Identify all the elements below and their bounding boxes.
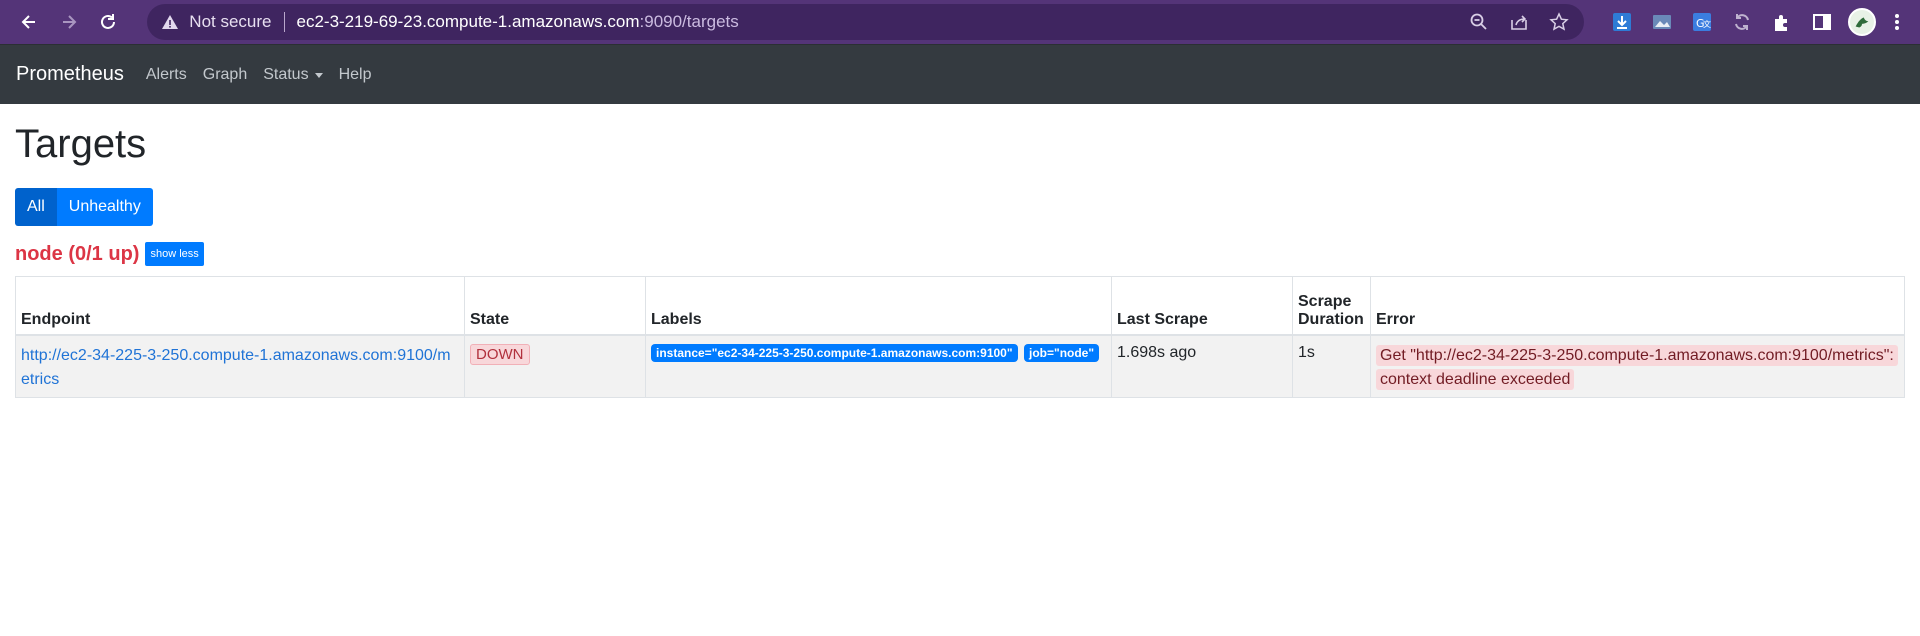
target-filter-group: All Unhealthy <box>15 188 1905 226</box>
job-header: node (0/1 up) show less <box>15 242 1905 266</box>
svg-text:文: 文 <box>1703 19 1711 29</box>
table-row: http://ec2-34-225-3-250.compute-1.amazon… <box>15 334 1905 398</box>
nav-status-label: Status <box>263 65 309 83</box>
back-button[interactable] <box>14 7 44 37</box>
puzzle-icon <box>1775 15 1788 31</box>
kebab-menu-icon <box>1895 14 1900 30</box>
cell-endpoint: http://ec2-34-225-3-250.compute-1.amazon… <box>15 334 465 398</box>
sync-extension-button[interactable] <box>1728 8 1756 36</box>
not-secure-label[interactable]: Not secure <box>189 12 271 32</box>
error-message: Get "http://ec2-34-225-3-250.compute-1.a… <box>1376 344 1898 390</box>
cell-state: DOWN <box>464 334 646 398</box>
show-less-button[interactable]: show less <box>145 242 204 266</box>
header-last-scrape: Last Scrape <box>1111 276 1293 336</box>
address-bar[interactable]: Not secure ec2-3-219-69-23.compute-1.ama… <box>147 4 1585 40</box>
download-extension-icon <box>1613 13 1632 31</box>
nav-alerts[interactable]: Alerts <box>146 66 187 84</box>
cell-last-scrape: 1.698s ago <box>1111 334 1293 398</box>
zoom-icon <box>1470 13 1487 30</box>
header-scrape-duration-line1: Scrape <box>1298 292 1352 310</box>
forward-button[interactable] <box>54 7 84 37</box>
header-scrape-duration-line2: Duration <box>1298 310 1364 328</box>
state-badge: DOWN <box>470 343 530 365</box>
share-button[interactable] <box>1508 11 1530 33</box>
endpoint-link[interactable]: http://ec2-34-225-3-250.compute-1.amazon… <box>21 347 451 388</box>
profile-icon <box>1855 17 1869 28</box>
side-panel-button[interactable] <box>1808 8 1836 36</box>
label-badge-job: job="node" <box>1024 343 1100 362</box>
omnibox-separator <box>283 12 285 32</box>
url-host: ec2-3-219-69-23.compute-1.amazonaws.com <box>296 12 640 31</box>
back-icon <box>21 15 35 29</box>
browser-menu-button[interactable] <box>1888 8 1906 36</box>
targets-table: Endpoint State Labels Last Scrape Scrape… <box>15 276 1905 398</box>
share-icon <box>1511 15 1527 30</box>
avatar[interactable] <box>1848 8 1877 36</box>
star-icon <box>1549 12 1569 31</box>
extensions-button[interactable] <box>1768 8 1796 36</box>
warning-icon <box>162 15 179 29</box>
brand-link[interactable]: Prometheus <box>16 63 124 86</box>
sidepanel-icon <box>1813 14 1832 30</box>
table-header-row: Endpoint State Labels Last Scrape Scrape… <box>15 276 1905 336</box>
header-state: State <box>464 276 646 336</box>
nav-status-dropdown[interactable]: Status <box>263 65 323 84</box>
filter-unhealthy-button[interactable]: Unhealthy <box>56 188 153 226</box>
cell-labels: instance="ec2-34-225-3-250.compute-1.ama… <box>645 334 1112 398</box>
header-error: Error <box>1370 276 1905 336</box>
zoom-button[interactable] <box>1468 11 1490 33</box>
main-content: Targets All Unhealthy node (0/1 up) show… <box>0 122 1920 398</box>
header-scrape-duration: Scrape Duration <box>1292 276 1371 336</box>
download-extension-button[interactable] <box>1608 8 1636 36</box>
translate-extension-button[interactable]: G文 <box>1688 8 1716 36</box>
page-title: Targets <box>15 122 147 166</box>
prometheus-navbar: Prometheus Alerts Graph Status Help <box>0 44 1920 104</box>
url-path: :9090/targets <box>639 12 739 31</box>
forward-icon <box>62 15 77 29</box>
cell-error: Get "http://ec2-34-225-3-250.compute-1.a… <box>1370 334 1905 398</box>
translate-extension-icon: G文 <box>1693 13 1712 31</box>
reload-button[interactable] <box>94 7 124 37</box>
image-extension-icon <box>1653 15 1672 29</box>
image-extension-button[interactable] <box>1648 8 1676 36</box>
header-labels: Labels <box>645 276 1112 336</box>
sync-extension-icon <box>1735 14 1749 30</box>
header-endpoint: Endpoint <box>15 276 465 336</box>
nav-graph[interactable]: Graph <box>203 66 247 84</box>
reload-icon <box>101 14 116 29</box>
job-title[interactable]: node (0/1 up) <box>15 243 139 266</box>
nav-help[interactable]: Help <box>339 66 372 84</box>
caret-down-icon <box>314 73 323 78</box>
cell-scrape-duration: 1s <box>1292 334 1371 398</box>
browser-toolbar: Not secure ec2-3-219-69-23.compute-1.ama… <box>0 0 1920 44</box>
label-badge-instance: instance="ec2-34-225-3-250.compute-1.ama… <box>651 343 1018 362</box>
bookmark-button[interactable] <box>1548 11 1570 33</box>
filter-all-button[interactable]: All <box>15 188 57 226</box>
